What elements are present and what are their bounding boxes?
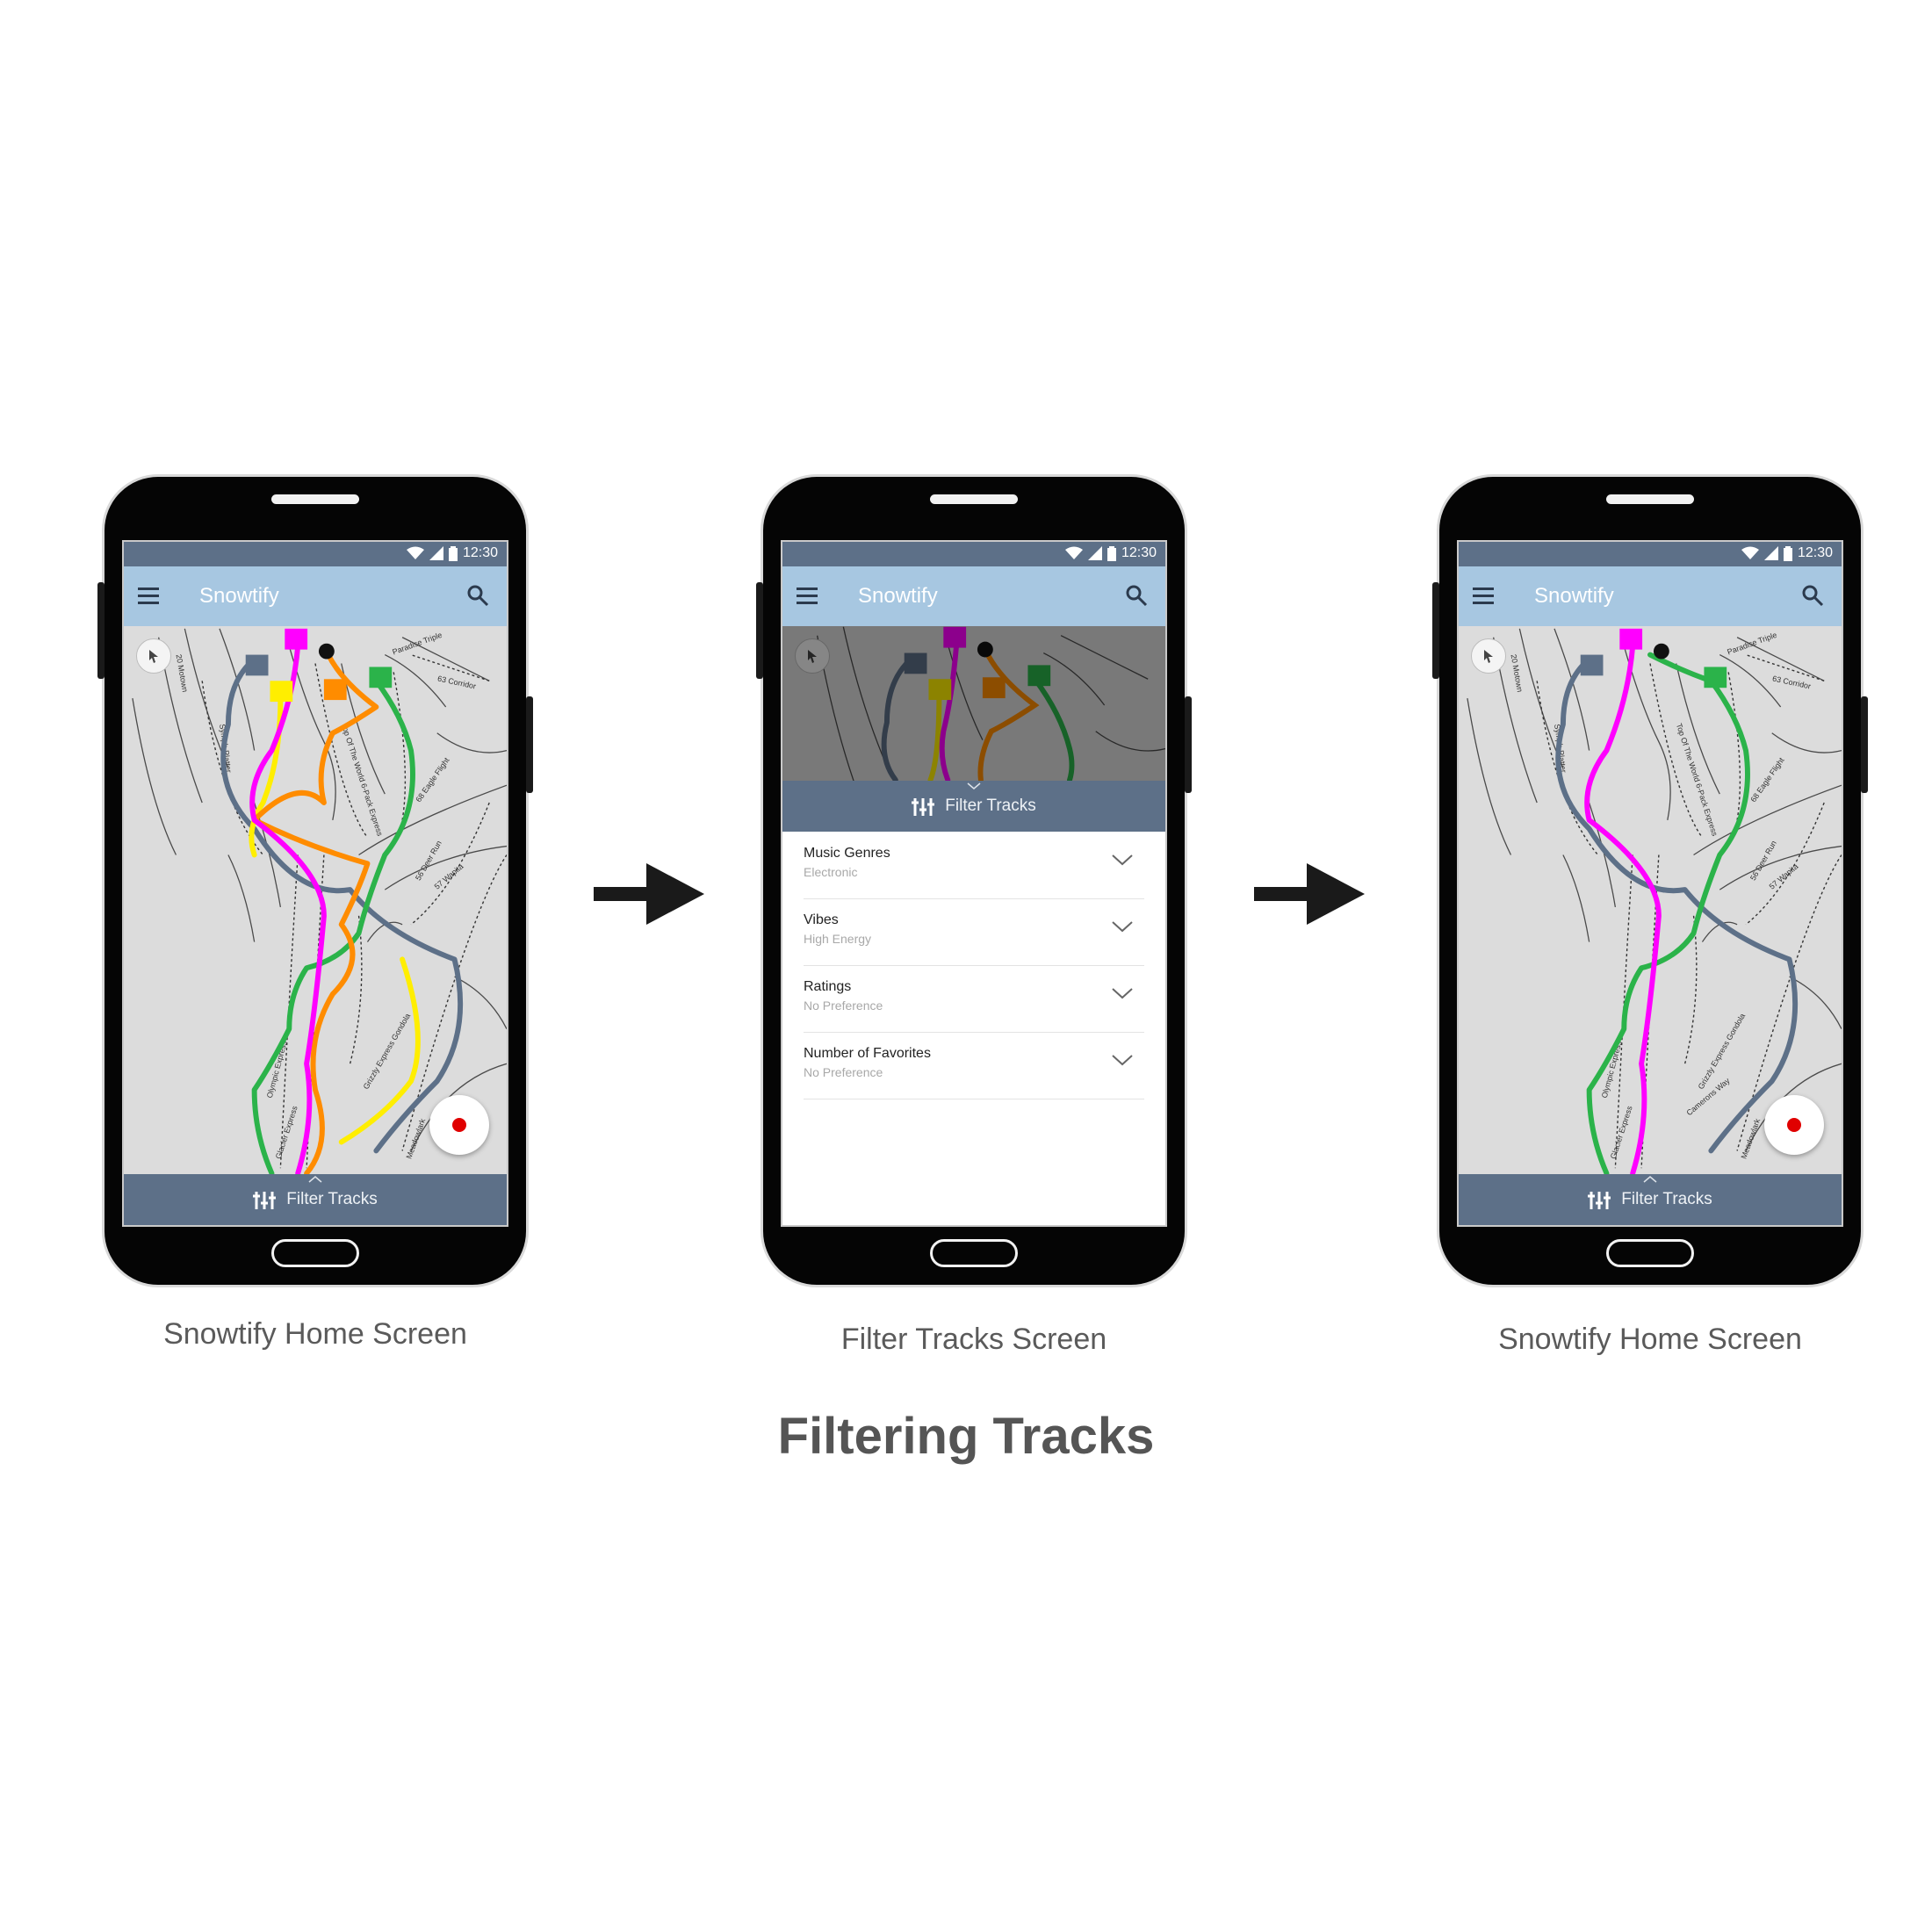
phone-speaker [271,494,359,504]
music-pin-green-icon[interactable] [1704,667,1727,688]
filter-vibes[interactable]: Vibes High Energy [804,898,1144,966]
phone-home-button [1606,1239,1694,1267]
wifi-icon [1741,546,1759,559]
filter-panel: Music Genres Electronic Vibes High Energ… [782,832,1165,1225]
record-dot-icon [452,1118,466,1132]
app-bar: Snowtify [124,566,507,626]
map-dim-overlay [782,626,1165,781]
chevron-down-icon[interactable] [1111,986,1134,1000]
filter-value: Electronic [804,865,858,879]
phone-side-button-right [1861,696,1868,793]
battery-icon [448,545,458,561]
screen-home-2: 12:30 Snowtify Paradise Triple 63 Corrid… [1457,540,1843,1227]
phone-filter-screen: 12:30 Snowtify Filter Tracks Music Genre… [756,474,1192,1287]
filter-value: No Preference [804,998,883,1013]
chevron-down-icon[interactable] [1111,853,1134,867]
menu-icon[interactable] [138,586,161,605]
app-title: Snowtify [199,584,279,608]
phone-side-button-right [526,696,533,793]
equalizer-icon [912,798,935,816]
filter-music-genres[interactable]: Music Genres Electronic [804,832,1144,899]
phone-side-button-right [1185,696,1192,793]
filter-tracks-bar[interactable]: Filter Tracks [782,781,1165,832]
filter-number-of-favorites[interactable]: Number of Favorites No Preference [804,1032,1144,1099]
status-bar: 12:30 [124,542,507,566]
music-pin-magenta-icon[interactable] [1619,628,1643,650]
status-time: 12:30 [1797,545,1833,560]
chevron-down-icon[interactable] [1111,1053,1134,1067]
record-button[interactable] [429,1095,489,1155]
caption-home-screen-1: Snowtify Home Screen [163,1317,467,1351]
ski-map[interactable]: Paradise Triple 63 Corridor 20 Motown Sy… [124,626,507,1176]
phone-home-button [930,1239,1018,1267]
battery-icon [1783,545,1792,561]
chevron-down-icon[interactable] [1111,919,1134,934]
locate-me-button[interactable] [1471,638,1506,674]
phone-speaker [1606,494,1694,504]
equalizer-icon [253,1192,277,1209]
caption-home-screen-2: Snowtify Home Screen [1498,1323,1802,1356]
ski-map-filtered[interactable]: Paradise Triple 63 Corridor 20 Motown Sy… [1459,626,1842,1176]
filter-label: Ratings [804,979,852,994]
menu-icon[interactable] [797,586,819,605]
filter-value: High Energy [804,932,872,946]
music-pin-orange-icon[interactable] [323,679,347,701]
search-icon[interactable] [1801,584,1824,607]
filter-label: Number of Favorites [804,1046,931,1061]
filter-tracks-bar[interactable]: Filter Tracks [1459,1174,1842,1225]
music-pin-magenta-icon[interactable] [285,628,308,650]
locate-me-button[interactable] [136,638,171,674]
app-bar: Snowtify [782,566,1165,626]
current-location-icon [1653,643,1669,660]
screen-home-1: 12:30 Snowtify Paradise Triple 63 Corrid… [122,540,508,1227]
filter-label: Vibes [804,912,839,927]
phone-side-button-left [756,582,763,679]
phone-home-screen-2: 12:30 Snowtify Paradise Triple 63 Corrid… [1432,474,1868,1287]
status-bar: 12:30 [782,542,1165,566]
phone-speaker [930,494,1018,504]
screen-filter: 12:30 Snowtify Filter Tracks Music Genre… [781,540,1167,1227]
menu-icon[interactable] [1473,586,1496,605]
music-pin-slate-icon[interactable] [245,654,269,676]
phone-home-screen-1: 12:30 Snowtify Paradise Triple 63 Corrid… [97,474,533,1287]
battery-icon [1107,545,1116,561]
filter-ratings[interactable]: Ratings No Preference [804,965,1144,1033]
signal-icon [1763,546,1778,560]
app-title: Snowtify [858,584,938,608]
navigation-arrow-icon [149,650,158,663]
phone-side-button-left [1432,582,1439,679]
search-icon[interactable] [466,584,489,607]
status-bar: 12:30 [1459,542,1842,566]
filter-tracks-label: Filter Tracks [1621,1190,1712,1208]
signal-icon [429,546,443,560]
page-title: Filtering Tracks [777,1408,1155,1465]
arrow-right-icon [1254,863,1365,925]
filter-label: Music Genres [804,846,890,861]
phone-home-button [271,1239,359,1267]
current-location-icon [318,643,335,660]
filter-tracks-label: Filter Tracks [945,797,1036,815]
status-time: 12:30 [1121,545,1157,560]
record-button[interactable] [1764,1095,1824,1155]
search-icon[interactable] [1125,584,1148,607]
music-pin-slate-icon[interactable] [1580,654,1604,676]
record-dot-icon [1787,1118,1801,1132]
caption-filter-screen: Filter Tracks Screen [840,1323,1107,1356]
music-pin-yellow-icon[interactable] [270,681,293,703]
filter-tracks-bar[interactable]: Filter Tracks [124,1174,507,1225]
arrow-right-icon [594,863,704,925]
filter-value: No Preference [804,1065,883,1079]
wifi-icon [1064,546,1083,559]
navigation-arrow-icon [1484,650,1493,663]
status-time: 12:30 [462,545,498,560]
equalizer-icon [1588,1192,1611,1209]
wifi-icon [406,546,424,559]
filter-tracks-label: Filter Tracks [286,1190,378,1208]
app-title: Snowtify [1534,584,1614,608]
signal-icon [1087,546,1102,560]
app-bar: Snowtify [1459,566,1842,626]
phone-side-button-left [97,582,105,679]
music-pin-green-icon[interactable] [369,667,393,688]
